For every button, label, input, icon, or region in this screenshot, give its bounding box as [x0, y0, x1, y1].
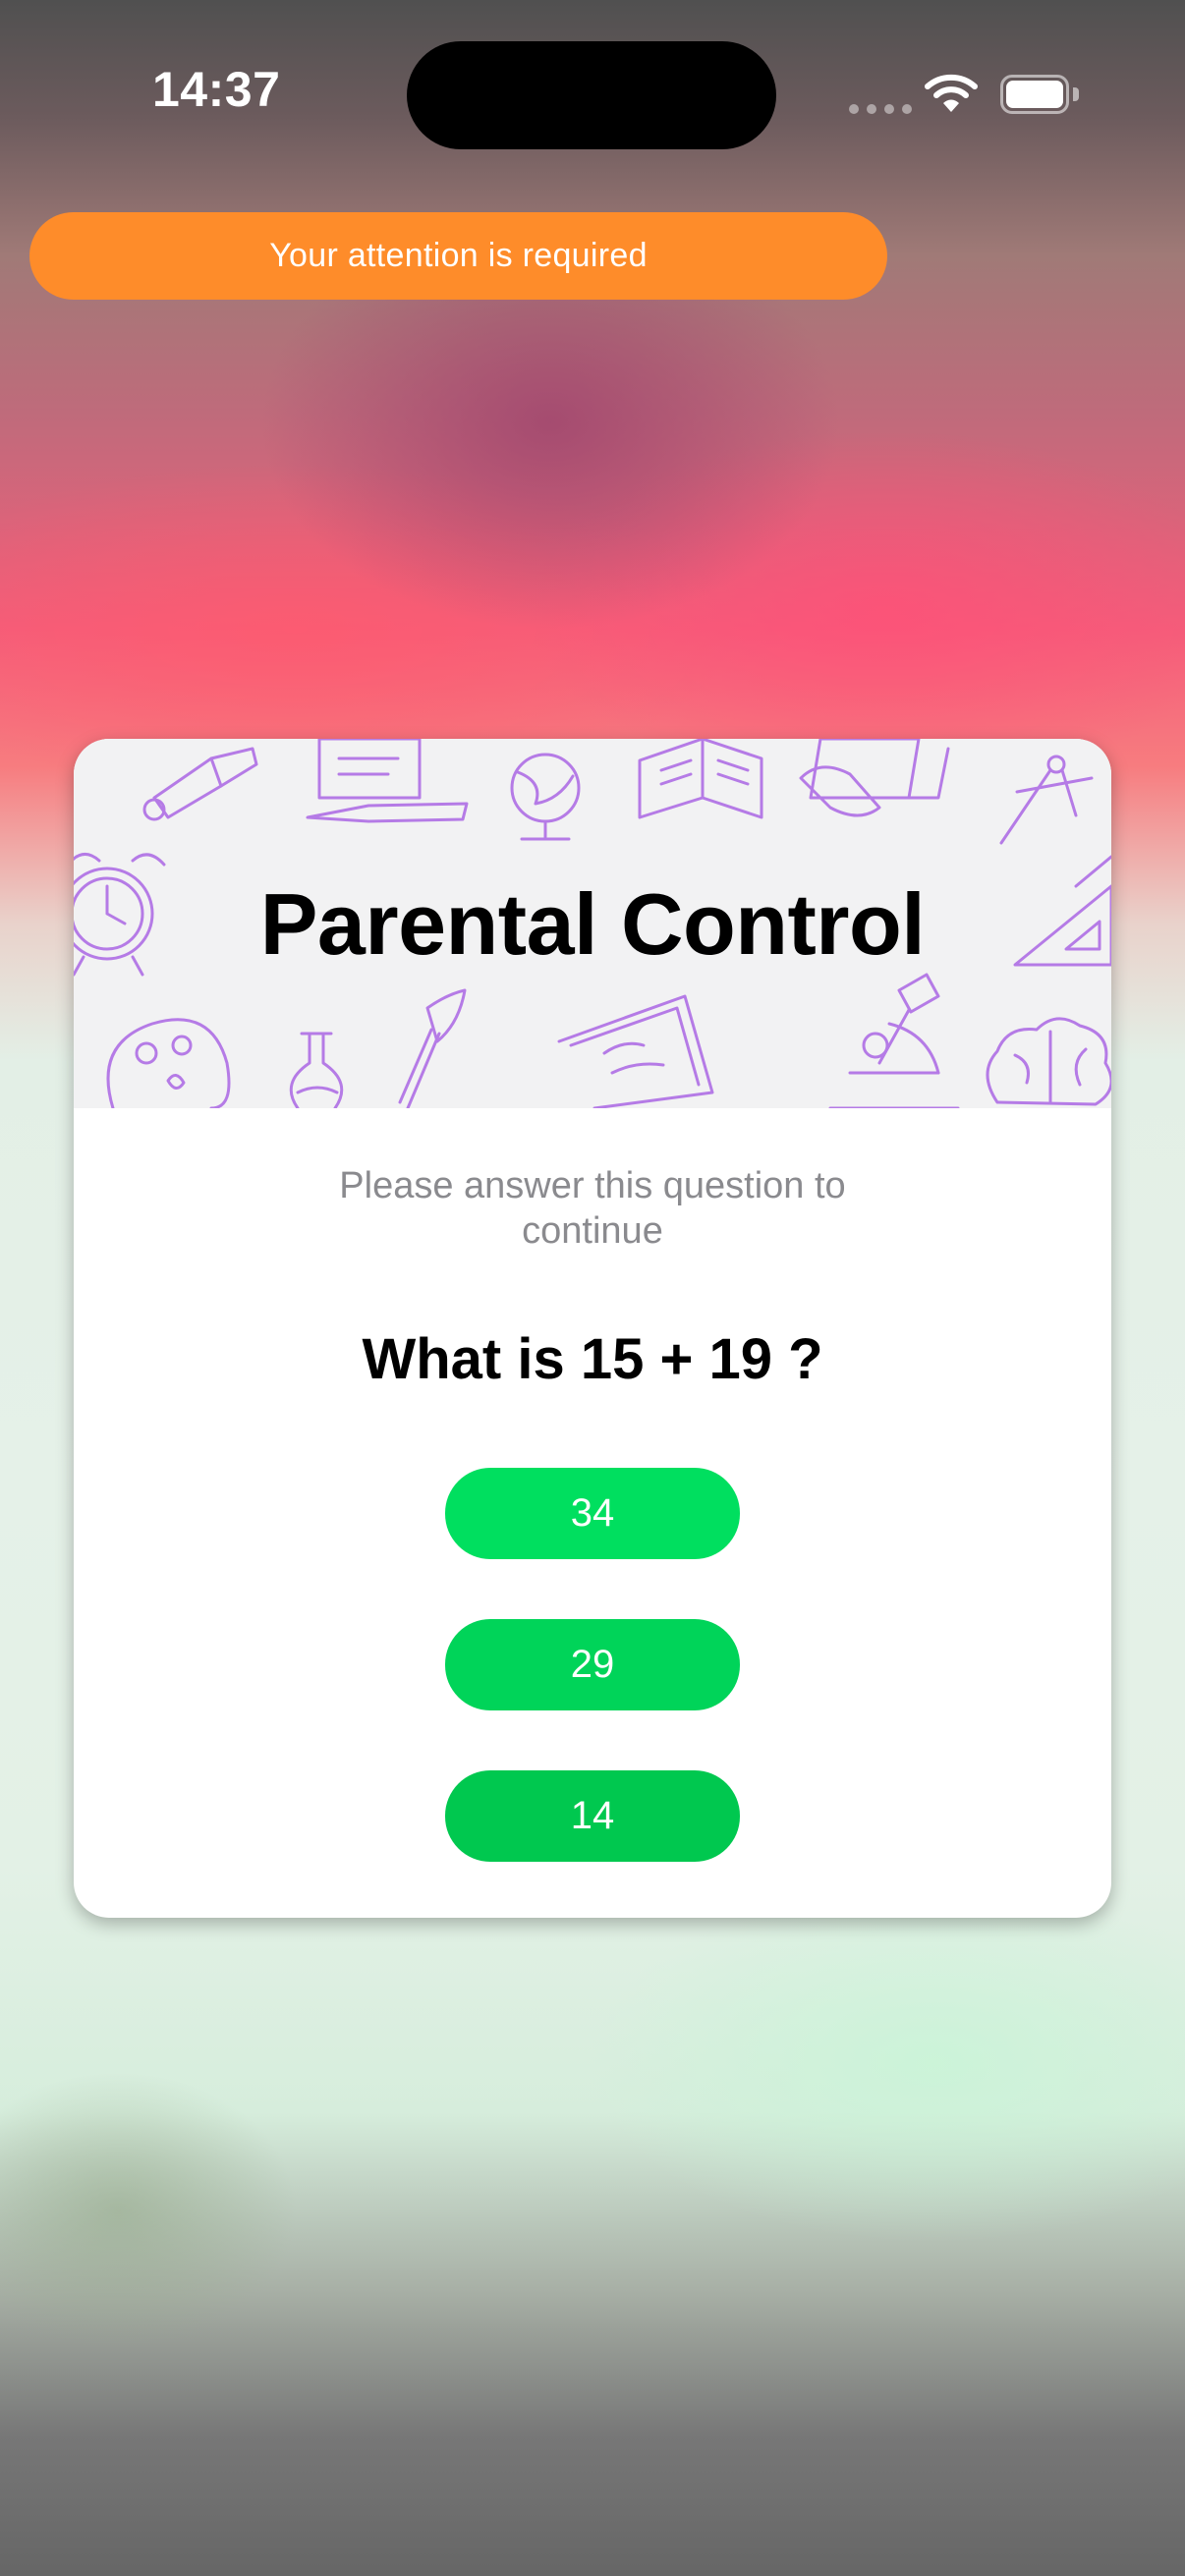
palette-icon	[106, 1018, 231, 1108]
dynamic-island	[407, 41, 776, 149]
answer-button-3[interactable]: 14	[445, 1770, 740, 1862]
attention-banner-text: Your attention is required	[269, 237, 648, 274]
compass-icon	[999, 755, 1094, 845]
parental-control-card: Parental Control Please answer this ques…	[74, 739, 1111, 1918]
math-question: What is 15 + 19 ?	[362, 1327, 823, 1391]
paintbrush-icon	[398, 988, 467, 1108]
flask-icon	[289, 1032, 344, 1108]
instruction-text: Please answer this question to continue	[339, 1165, 846, 1252]
card-title: Parental Control	[259, 875, 926, 973]
battery-icon	[1000, 75, 1081, 114]
chalkboard-icon	[557, 994, 714, 1108]
wifi-icon	[925, 74, 978, 112]
status-time: 14:37	[152, 62, 281, 117]
cellular-signal-icon	[849, 104, 912, 114]
answer-button-1[interactable]: 34	[445, 1468, 740, 1559]
tablet-hand-icon	[799, 739, 950, 817]
laptop-book-icon	[306, 739, 469, 823]
attention-banner[interactable]: Your attention is required	[29, 212, 887, 300]
open-book-icon	[638, 739, 763, 819]
paint-tube-icon	[142, 747, 258, 821]
card-header: Parental Control	[74, 739, 1111, 1108]
microscope-icon	[828, 973, 960, 1108]
globe-icon	[510, 753, 581, 841]
status-bar: 14:37	[0, 0, 1185, 187]
answer-button-2[interactable]: 29	[445, 1619, 740, 1710]
brain-icon	[986, 1017, 1111, 1106]
